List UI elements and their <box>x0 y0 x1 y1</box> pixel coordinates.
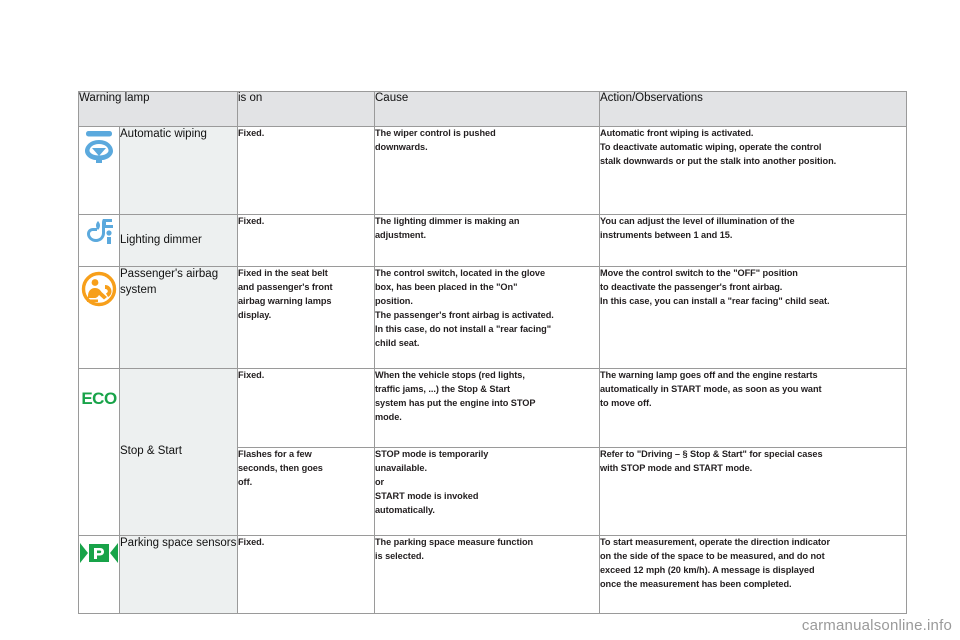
warning-lamp-name: Lighting dimmer <box>119 214 238 267</box>
automatic-wiping-icon <box>79 127 119 167</box>
cause-line: system has put the engine into STOP <box>375 397 536 408</box>
document-page: Warning lamp is on Cause Action/Observat… <box>0 0 960 640</box>
warning-lamp-icon-cell <box>78 126 120 215</box>
lighting-dimmer-icon <box>79 215 119 249</box>
action-line: exceed 12 mph (20 km/h). A message is di… <box>600 564 815 575</box>
is-on-line: Fixed. <box>238 537 265 547</box>
cause-line: child seat. <box>375 337 420 348</box>
action-line: You can adjust the level of illumination… <box>600 216 795 226</box>
column-header-warning-lamp: Warning lamp <box>78 91 238 127</box>
column-header-cause: Cause <box>374 91 600 127</box>
cause-line: is selected. <box>375 550 424 561</box>
cause-cell: The control switch, located in the glove… <box>374 266 600 369</box>
cause-cell: The lighting dimmer is making an adjustm… <box>374 214 600 267</box>
cause-line: When the vehicle stops (red lights, <box>375 370 525 380</box>
eco-icon-label: ECO <box>81 389 117 408</box>
is-on-line: Fixed. <box>238 128 265 138</box>
is-on-line: off. <box>238 476 253 487</box>
is-on-cell: Fixed. <box>237 214 375 267</box>
action-line: Move the control switch to the "OFF" pos… <box>600 268 798 278</box>
action-line: Refer to "Driving – § Stop & Start" for … <box>600 449 823 459</box>
is-on-cell: Fixed. <box>237 535 375 614</box>
action-line: The warning lamp goes off and the engine… <box>600 370 818 380</box>
is-on-line: Flashes for a few <box>238 449 312 459</box>
is-on-line: and passenger's front <box>238 281 333 292</box>
cause-line: automatically. <box>375 504 435 515</box>
eco-stop-start-icon: ECO <box>79 369 119 429</box>
action-cell: Refer to "Driving – § Stop & Start" for … <box>599 447 907 536</box>
action-cell: To start measurement, operate the direct… <box>599 535 907 614</box>
cause-line: adjustment. <box>375 229 427 240</box>
is-on-cell: Fixed. <box>237 126 375 215</box>
table-row: ECO Stop & Start Fixed. When the vehicle… <box>78 368 907 536</box>
is-on-cell: Fixed in the seat belt and passenger's f… <box>237 266 375 369</box>
is-on-cell: Fixed. <box>237 368 375 448</box>
parking-space-sensors-icon <box>79 536 119 570</box>
table-header: Warning lamp is on Cause Action/Observat… <box>78 91 907 127</box>
cause-cell: When the vehicle stops (red lights, traf… <box>374 368 600 448</box>
action-line: stalk downwards or put the stalk into an… <box>600 155 837 166</box>
action-line: with STOP mode and START mode. <box>600 462 753 473</box>
is-on-line: seconds, then goes <box>238 462 323 473</box>
cause-line: The passenger's front airbag is activate… <box>375 309 554 320</box>
column-header-is-on: is on <box>237 91 375 127</box>
warning-lamp-icon-cell <box>78 214 120 267</box>
action-line: once the measurement has been completed. <box>600 578 792 589</box>
is-on-line: Fixed in the seat belt <box>238 268 328 278</box>
warning-lamp-icon-cell <box>78 266 120 369</box>
warning-lamp-icon-cell <box>78 535 120 614</box>
cause-line: The wiper control is pushed <box>375 128 496 138</box>
column-header-action-observations: Action/Observations <box>599 91 907 127</box>
table-row: Lighting dimmer Fixed. The lighting dimm… <box>78 214 907 267</box>
action-line: to deactivate the passenger's front airb… <box>600 281 783 292</box>
action-line: To deactivate automatic wiping, operate … <box>600 141 822 152</box>
action-cell: You can adjust the level of illumination… <box>599 214 907 267</box>
table-header-row: Warning lamp is on Cause Action/Observat… <box>78 91 907 127</box>
table-body: Automatic wiping Fixed. The wiper contro… <box>78 126 907 614</box>
action-line: Automatic front wiping is activated. <box>600 128 754 138</box>
cause-line: mode. <box>375 411 402 422</box>
cause-line: The lighting dimmer is making an <box>375 216 520 226</box>
cause-line: unavailable. <box>375 462 427 473</box>
action-cell: Move the control switch to the "OFF" pos… <box>599 266 907 369</box>
action-line: to move off. <box>600 397 652 408</box>
warning-lamp-name: Stop & Start <box>119 368 238 536</box>
action-line: automatically in START mode, as soon as … <box>600 383 822 394</box>
cause-line: In this case, do not install a "rear fac… <box>375 323 552 334</box>
is-on-line: airbag warning lamps <box>238 295 332 306</box>
action-cell: The warning lamp goes off and the engine… <box>599 368 907 448</box>
cause-line: or <box>375 476 385 487</box>
action-line: In this case, you can install a "rear fa… <box>600 295 830 306</box>
is-on-line: display. <box>238 309 272 320</box>
cause-line: downwards. <box>375 141 428 152</box>
cause-cell: The wiper control is pushed downwards. <box>374 126 600 215</box>
is-on-line: Fixed. <box>238 370 265 380</box>
action-line: on the side of the space to be measured,… <box>600 550 825 561</box>
cause-line: STOP mode is temporarily <box>375 449 489 459</box>
warning-lamp-name: Passenger's airbag system <box>119 266 238 369</box>
action-line: instruments between 1 and 15. <box>600 229 733 240</box>
table-row: Automatic wiping Fixed. The wiper contro… <box>78 126 907 215</box>
warning-lamp-icon-cell: ECO <box>78 368 120 536</box>
table-row: Parking space sensors Fixed. The parking… <box>78 535 907 614</box>
warning-lamps-table: Warning lamp is on Cause Action/Observat… <box>78 91 907 614</box>
cause-line: box, has been placed in the "On" <box>375 281 518 292</box>
table-row: Passenger's airbag system Fixed in the s… <box>78 266 907 369</box>
cause-line: START mode is invoked <box>375 490 479 501</box>
passenger-airbag-icon <box>79 267 119 311</box>
is-on-line: Fixed. <box>238 216 265 226</box>
cause-cell: STOP mode is temporarily unavailable. or… <box>374 447 600 536</box>
warning-lamp-name: Parking space sensors <box>119 535 238 614</box>
warning-lamp-name: Automatic wiping <box>119 126 238 215</box>
cause-line: traffic jams, ...) the Stop & Start <box>375 383 511 394</box>
cause-cell: The parking space measure function is se… <box>374 535 600 614</box>
cause-line: The control switch, located in the glove <box>375 268 546 278</box>
cause-line: position. <box>375 295 413 306</box>
cause-line: The parking space measure function <box>375 537 534 547</box>
action-line: To start measurement, operate the direct… <box>600 537 830 547</box>
action-cell: Automatic front wiping is activated. To … <box>599 126 907 215</box>
watermark: carmanualsonline.info <box>801 617 952 634</box>
is-on-cell: Flashes for a few seconds, then goes off… <box>237 447 375 536</box>
